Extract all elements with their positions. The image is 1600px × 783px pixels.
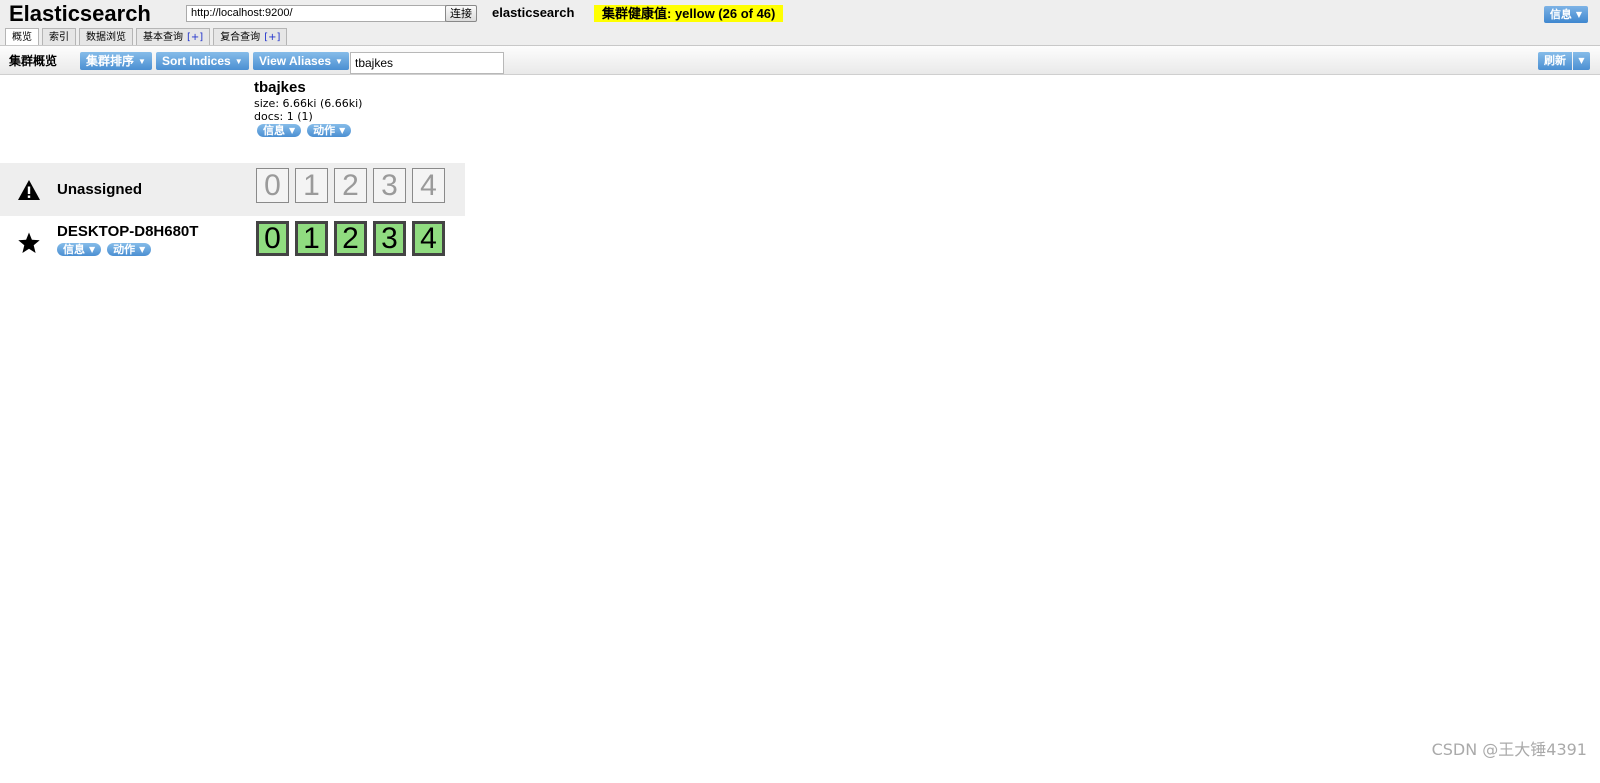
unassigned-shards: 0 1 2 3 4 xyxy=(256,168,445,203)
unassigned-row: Unassigned 0 1 2 3 4 xyxy=(0,163,465,216)
shard-started[interactable]: 0 xyxy=(256,221,289,256)
node-shards: 0 1 2 3 4 xyxy=(256,221,445,256)
tab-label: 数据浏览 xyxy=(86,32,126,43)
chevron-down-icon: ▼ xyxy=(139,245,146,254)
app-logo: Elasticsearch xyxy=(9,1,151,26)
shard-started[interactable]: 1 xyxy=(295,221,328,256)
button-label: 动作 xyxy=(113,243,136,256)
cluster-name: elasticsearch xyxy=(492,5,575,20)
index-size: size: 6.66ki (6.66ki) xyxy=(254,97,363,110)
chevron-down-icon: ▼ xyxy=(335,57,343,66)
refresh-dropdown-button[interactable]: ▼ xyxy=(1573,52,1590,70)
index-name: tbajkes xyxy=(254,79,306,96)
node-name: DESKTOP-D8H680T xyxy=(57,223,199,240)
sort-cluster-button[interactable]: 集群排序 ▼ xyxy=(80,52,152,70)
warning-icon xyxy=(18,180,40,200)
index-filter-input[interactable] xyxy=(350,52,504,74)
node-info-button[interactable]: 信息 ▼ xyxy=(57,243,102,256)
tab-compound-query[interactable]: 复合查询 [+] xyxy=(213,28,288,45)
chevron-down-icon: ▼ xyxy=(1575,10,1582,19)
button-label: View Aliases xyxy=(259,54,332,68)
cluster-health-badge: 集群健康值: yellow (26 of 46) xyxy=(594,5,784,22)
button-label: Sort Indices xyxy=(162,54,231,68)
tab-bar: 概览 索引 数据浏览 基本查询 [+] 复合查询 [+] xyxy=(5,28,288,46)
top-info-label: 信息 xyxy=(1549,8,1572,21)
connect-button[interactable]: 连接 xyxy=(445,5,477,22)
toolbar-title: 集群概览 xyxy=(9,54,58,68)
index-info-button[interactable]: 信息 ▼ xyxy=(257,124,302,137)
tab-label: 复合查询 xyxy=(220,32,261,43)
button-label: 动作 xyxy=(313,124,336,137)
star-icon xyxy=(18,232,40,253)
chevron-down-icon: ▼ xyxy=(289,126,296,135)
button-label: 信息 xyxy=(263,124,285,137)
tab-overview[interactable]: 概览 xyxy=(5,28,39,46)
shard-started[interactable]: 4 xyxy=(412,221,445,256)
shard-unassigned[interactable]: 1 xyxy=(295,168,328,203)
cluster-url-input[interactable] xyxy=(186,5,446,22)
shard-unassigned[interactable]: 4 xyxy=(412,168,445,203)
tab-label: 索引 xyxy=(49,32,69,43)
top-info-button[interactable]: 信息 ▼ xyxy=(1543,6,1588,23)
watermark: CSDN @王大锤4391 xyxy=(1431,740,1587,759)
tab-browser[interactable]: 数据浏览 xyxy=(79,28,133,45)
index-header: tbajkes size: 6.66ki (6.66ki) docs: 1 (1… xyxy=(254,79,362,137)
index-docs: docs: 1 (1) xyxy=(254,110,313,123)
chevron-down-icon: ▼ xyxy=(138,57,146,66)
shard-started[interactable]: 3 xyxy=(373,221,406,256)
sort-indices-button[interactable]: Sort Indices ▼ xyxy=(156,52,249,70)
shard-unassigned[interactable]: 3 xyxy=(373,168,406,203)
tab-basic-query[interactable]: 基本查询 [+] xyxy=(136,28,211,45)
refresh-button[interactable]: 刷新 xyxy=(1538,52,1572,70)
header-bar: Elasticsearch 连接 elasticsearch 集群健康值: ye… xyxy=(0,0,1600,46)
node-actions: 信息 ▼ 动作 ▼ xyxy=(57,243,152,256)
chevron-down-icon: ▼ xyxy=(234,57,243,66)
chevron-down-icon: ▼ xyxy=(1578,56,1585,65)
node-row: DESKTOP-D8H680T 信息 ▼ 动作 ▼ 0 1 2 3 4 xyxy=(0,216,465,266)
shard-started[interactable]: 2 xyxy=(334,221,367,256)
overview-toolbar: 集群概览 集群排序▼ Sort Indices▼ View Aliases▼ 刷… xyxy=(0,45,1600,75)
button-label: 集群排序 xyxy=(86,54,135,68)
chevron-down-icon: ▼ xyxy=(89,245,96,254)
add-tab-icon[interactable]: [+] xyxy=(264,32,280,43)
tab-label: 概览 xyxy=(12,32,32,43)
add-tab-icon[interactable]: [+] xyxy=(187,32,203,43)
node-action-button[interactable]: 动作 ▼ xyxy=(107,243,152,256)
index-action-button[interactable]: 动作 ▼ xyxy=(307,124,352,137)
shard-unassigned[interactable]: 0 xyxy=(256,168,289,203)
tab-indices[interactable]: 索引 xyxy=(42,28,76,45)
button-label: 信息 xyxy=(63,243,85,256)
chevron-down-icon: ▼ xyxy=(339,126,346,135)
tab-label: 基本查询 xyxy=(143,32,183,43)
unassigned-label: Unassigned xyxy=(57,181,143,198)
shard-unassigned[interactable]: 2 xyxy=(334,168,367,203)
view-aliases-button[interactable]: View Aliases ▼ xyxy=(253,52,349,70)
index-actions: 信息 ▼ 动作 ▼ xyxy=(257,124,362,137)
